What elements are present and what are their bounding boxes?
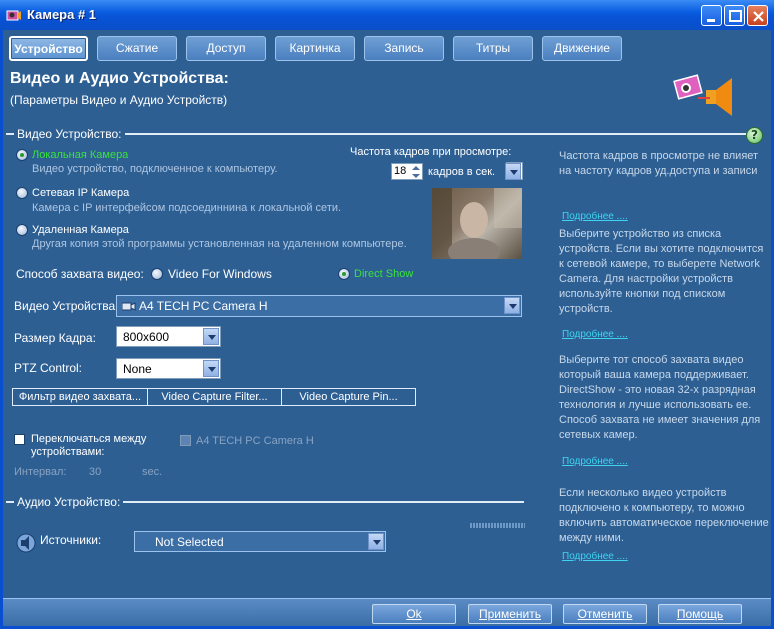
chevron-down-icon [368,533,384,550]
capture-method-label: Способ захвата видео: [16,267,144,281]
local-camera-description: Видео устройство, подключенное к компьют… [32,163,278,175]
device-label: Видео Устройства: [14,299,119,313]
interval-unit: sec. [142,466,163,478]
ptz-value: None [123,362,152,376]
frame-size-value: 800x600 [123,330,170,344]
chevron-down-icon [505,163,521,180]
ptz-select[interactable]: None [116,358,221,379]
help-button[interactable]: Помощь [658,604,742,624]
video-section-label: Видео Устройство: [14,127,125,141]
help-more-link-1[interactable]: Подробнее .... [562,211,628,222]
tab-label: Титры [475,41,511,55]
maximize-icon [729,10,742,22]
tab-titles[interactable]: Титры [453,36,533,61]
fps-label: Частота кадров при просмотре: [350,146,512,158]
switch-device-name: A4 TECH PC Camera H [196,435,314,447]
frame-size-label: Размер Кадра: [14,331,96,345]
directshow-radio[interactable] [338,268,350,280]
frame-size-select[interactable]: 800x600 [116,326,221,347]
switch-devices-label-2: устройствами: [31,446,105,458]
local-camera-radio[interactable] [16,149,28,161]
title-bar[interactable]: Камера # 1 [0,0,774,30]
tab-motion[interactable]: Движение [542,36,622,61]
tab-label: Запись [384,41,424,55]
fps-value: 18 [394,165,407,177]
ok-button[interactable]: Ok [372,604,456,624]
minimize-button[interactable] [701,5,722,26]
tab-label: Устройство [14,42,83,56]
fps-unit: кадров в сек. [428,166,496,178]
video-capture-filter-ru-button[interactable]: Фильтр видео захвата... [13,389,148,405]
directshow-label[interactable]: Direct Show [354,268,413,280]
tab-label: Сжатие [115,41,159,55]
maximize-button[interactable] [724,5,745,26]
speaker-icon [16,533,36,553]
help-panel: Частота кадров в просмотре не влияет на … [529,130,771,595]
tab-label: Картинка [289,41,341,55]
ip-camera-description: Камера с IP интерфейсом подсоединнина к … [32,202,342,214]
help-more-link-2[interactable]: Подробнее .... [562,329,628,340]
interval-value[interactable]: 30 [89,466,101,478]
camera-preview-image [432,188,522,266]
tab-recording[interactable]: Запись [364,36,444,61]
filter-buttons: Фильтр видео захвата... Video Capture Fi… [12,388,416,406]
help-more-link-3[interactable]: Подробнее .... [562,456,628,467]
tab-label: Движение [554,41,610,55]
camera-speaker-icon [673,74,732,116]
minimize-icon [707,19,715,22]
remote-camera-description: Другая копия этой программы установленна… [32,238,407,250]
help-more-link-4[interactable]: Подробнее .... [562,551,628,562]
tab-compression[interactable]: Сжатие [97,36,177,61]
audio-section-label: Аудио Устройство: [14,495,124,509]
switch-devices-checkbox[interactable] [14,434,25,445]
vfw-radio[interactable] [151,268,163,280]
chevron-down-icon [203,328,219,345]
switch-device-checkbox[interactable] [180,435,191,446]
tab-label: Доступ [206,41,246,55]
device-select[interactable]: A4 TECH PC Camera H [116,295,522,317]
help-text-fps: Частота кадров в просмотре не влияет на … [559,150,759,177]
video-capture-filter-button[interactable]: Video Capture Filter... [148,389,282,405]
audio-level-meter [470,523,525,528]
remote-camera-radio[interactable] [16,224,28,236]
help-text-switch: Если несколько видео устройств подключен… [559,487,769,544]
video-capture-pin-button[interactable]: Video Capture Pin... [282,389,415,405]
webcam-icon [122,302,136,311]
page-title: Видео и Аудио Устройства: [10,70,229,87]
fps-unit-dropdown[interactable] [505,162,523,180]
help-text-capture: Выберите тот способ захвата видео которы… [559,354,761,441]
help-text-device: Выберите устройство из списка устройств.… [559,228,764,315]
fps-spinner[interactable]: 18 [391,163,423,180]
preview-silhouette [432,188,522,266]
device-value: A4 TECH PC Camera H [139,299,268,313]
window-title: Камера # 1 [27,7,97,22]
chevron-down-icon [504,297,520,314]
close-button[interactable] [747,5,768,26]
sources-label: Источники: [40,533,102,547]
camera-app-icon [6,10,21,21]
tab-access[interactable]: Доступ [186,36,266,61]
cancel-button[interactable]: Отменить [563,604,647,624]
ip-camera-radio[interactable] [16,187,28,199]
switch-devices-label-1: Переключаться между [31,433,147,445]
page-subtitle: (Параметры Видео и Аудио Устройств) [10,93,228,107]
spinner-arrows-icon[interactable] [411,165,421,179]
remote-camera-label[interactable]: Удаленная Камера [32,224,129,236]
apply-button[interactable]: Применить [468,604,552,624]
chevron-down-icon [203,360,219,377]
ip-camera-label[interactable]: Сетевая IP Камера [32,187,129,199]
audio-source-select[interactable]: Not Selected [134,531,386,552]
tab-picture[interactable]: Картинка [275,36,355,61]
close-icon [753,11,764,22]
audio-source-value: Not Selected [155,535,224,549]
tab-device[interactable]: Устройство [9,36,88,61]
vfw-label[interactable]: Video For Windows [168,267,272,281]
ptz-label: PTZ Control: [14,361,83,375]
local-camera-label[interactable]: Локальная Камера [32,149,128,161]
interval-label: Интервал: [14,466,67,478]
